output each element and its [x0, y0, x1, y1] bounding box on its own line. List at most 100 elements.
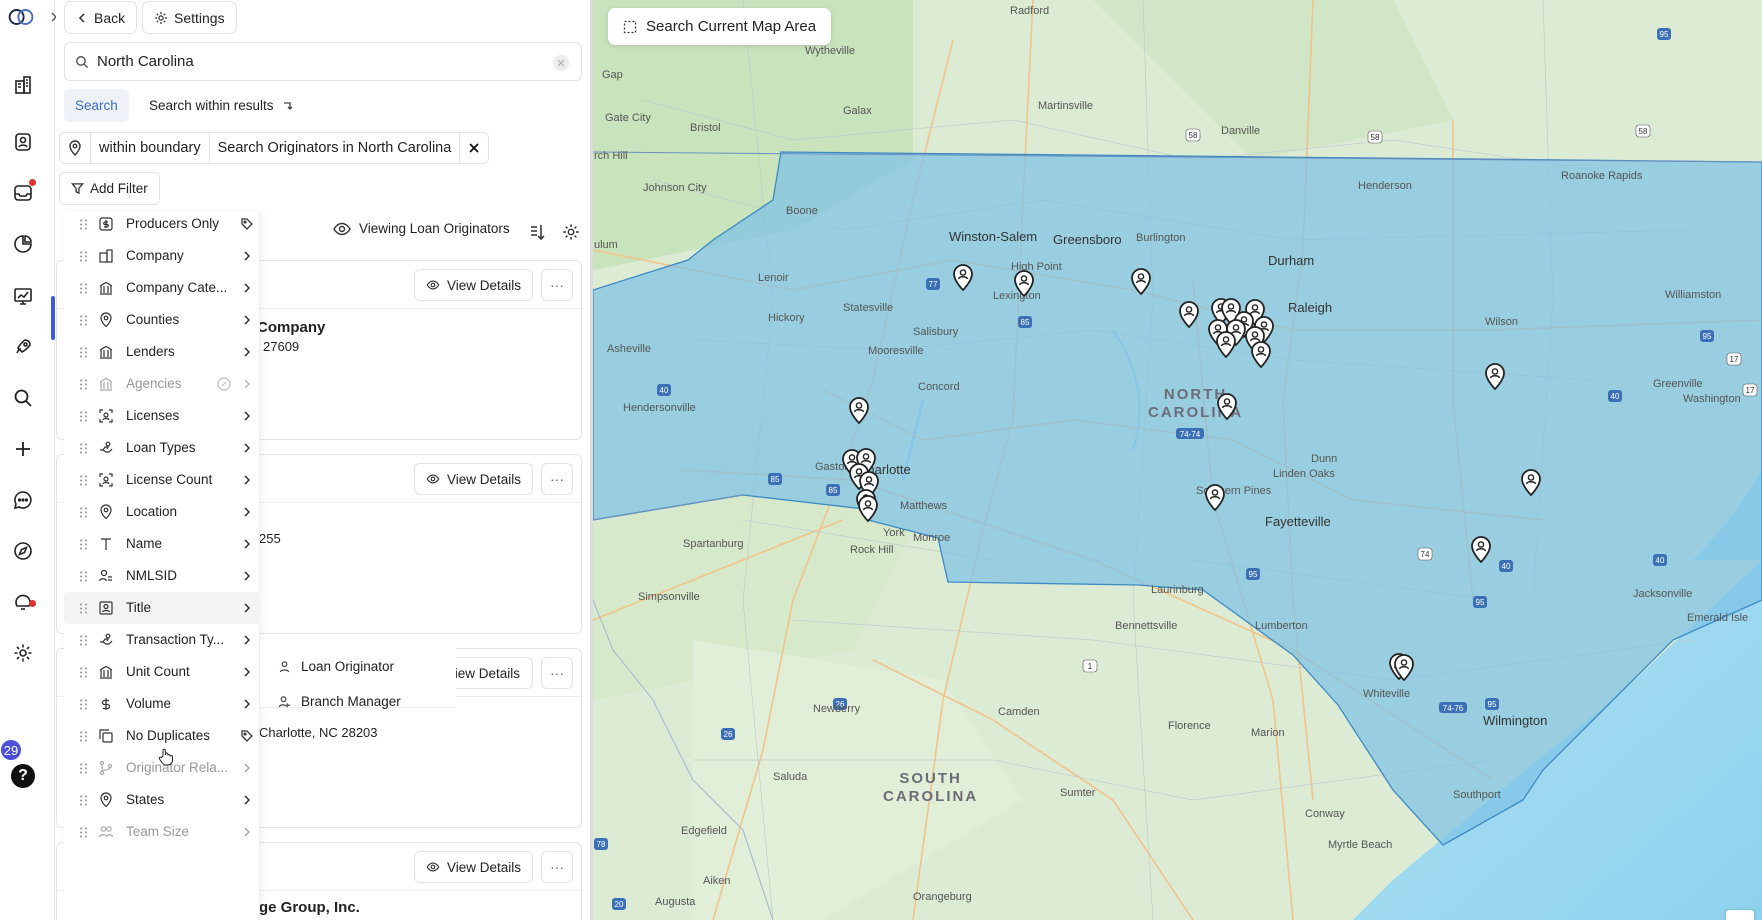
- filter-menu-item-license-count[interactable]: License Count: [64, 464, 260, 496]
- loan-originator-pin-icon[interactable]: [1178, 300, 1200, 328]
- drag-handle-icon[interactable]: [79, 763, 88, 774]
- drag-handle-icon[interactable]: [79, 507, 88, 518]
- viewing-toggle[interactable]: Viewing Loan Originators: [333, 221, 510, 236]
- inbox-icon[interactable]: [9, 179, 37, 207]
- search-icon[interactable]: [9, 384, 37, 412]
- filter-menu-item-company-cate[interactable]: Company Cate...: [64, 272, 260, 304]
- filter-menu-item-name[interactable]: Name: [64, 528, 260, 560]
- filter-menu-item-nmlsid[interactable]: NMLSID: [64, 560, 260, 592]
- filter-menu-item-states[interactable]: States: [64, 784, 260, 816]
- card-company-name[interactable]: ge Group, Inc.: [259, 899, 360, 916]
- loan-originator-pin-icon[interactable]: [1484, 362, 1506, 390]
- drag-handle-icon[interactable]: [79, 475, 88, 486]
- drag-handle-icon[interactable]: [79, 315, 88, 326]
- loan-originator-pin-icon[interactable]: [1250, 340, 1272, 368]
- add-filter-button[interactable]: Add Filter: [59, 172, 160, 205]
- buildings-icon[interactable]: [9, 71, 37, 99]
- filter-menu-item-title[interactable]: Title: [64, 592, 260, 624]
- loan-originator-pin-icon[interactable]: [1215, 330, 1237, 358]
- boundary-type[interactable]: within boundary: [91, 133, 210, 163]
- filter-menu-item-company[interactable]: Company: [64, 240, 260, 272]
- submenu-label: Branch Manager: [301, 694, 401, 709]
- alerts-icon[interactable]: [9, 588, 37, 616]
- drag-handle-icon[interactable]: [79, 219, 88, 230]
- filter-menu-item-loan-types[interactable]: Loan Types: [64, 432, 260, 464]
- view-details-button[interactable]: View Details: [414, 851, 533, 883]
- drag-handle-icon[interactable]: [79, 699, 88, 710]
- drag-handle-icon[interactable]: [79, 411, 88, 422]
- clear-search-icon[interactable]: ✕: [553, 55, 569, 71]
- help-button[interactable]: ?: [11, 764, 35, 788]
- search-within-results-button[interactable]: Search within results: [138, 89, 305, 122]
- loan-originator-pin-icon[interactable]: [1393, 653, 1415, 681]
- filter-menu-item-location[interactable]: Location: [64, 496, 260, 528]
- submenu-item-branch-manager[interactable]: Branch Manager: [278, 689, 401, 713]
- submenu-label: Loan Originator: [301, 659, 394, 674]
- filter-menu-item-producers-only[interactable]: Producers Only: [64, 208, 260, 240]
- drag-handle-icon[interactable]: [79, 539, 88, 550]
- zoom-control[interactable]: [1726, 910, 1754, 920]
- notification-count-badge[interactable]: 29: [1, 740, 21, 760]
- search-tab-button[interactable]: Search: [64, 89, 129, 122]
- settings-gear-icon[interactable]: [9, 639, 37, 667]
- filter-menu-item-licenses[interactable]: Licenses: [64, 400, 260, 432]
- loan-originator-pin-icon[interactable]: [848, 396, 870, 424]
- view-details-button[interactable]: View Details: [414, 463, 533, 495]
- tag-icon[interactable]: [239, 728, 255, 744]
- filter-menu-item-transaction-ty[interactable]: Transaction Ty...: [64, 624, 260, 656]
- license-icon: [98, 408, 114, 424]
- contacts-icon[interactable]: [9, 128, 37, 156]
- sort-icon[interactable]: [528, 223, 546, 241]
- rocket-icon[interactable]: [9, 333, 37, 361]
- drag-handle-icon[interactable]: [79, 731, 88, 742]
- tag-icon[interactable]: [239, 216, 255, 232]
- more-options-button[interactable]: ···: [541, 463, 573, 495]
- drag-handle-icon[interactable]: [79, 251, 88, 262]
- drag-handle-icon[interactable]: [79, 379, 88, 390]
- pie-chart-icon[interactable]: [9, 230, 37, 258]
- submenu-item-loan-originator[interactable]: Loan Originator: [278, 654, 394, 678]
- loan-originator-pin-icon[interactable]: [1216, 392, 1238, 420]
- filter-menu-item-lenders[interactable]: Lenders: [64, 336, 260, 368]
- more-options-button[interactable]: ···: [541, 269, 573, 301]
- more-options-button[interactable]: ···: [541, 657, 573, 689]
- more-options-button[interactable]: ···: [541, 851, 573, 883]
- filter-menu-item-team-size[interactable]: Team Size: [64, 816, 260, 848]
- drag-handle-icon[interactable]: [79, 571, 88, 582]
- drag-handle-icon[interactable]: [79, 603, 88, 614]
- loan-originator-pin-icon[interactable]: [1130, 267, 1152, 295]
- loan-originator-pin-icon[interactable]: [1204, 483, 1226, 511]
- drag-handle-icon[interactable]: [79, 795, 88, 806]
- app-logo-icon[interactable]: [7, 3, 35, 31]
- remove-boundary-button[interactable]: [460, 133, 488, 163]
- close-icon: [468, 142, 480, 154]
- loan-originator-pin-icon[interactable]: [1470, 535, 1492, 563]
- loan-originator-pin-icon[interactable]: [857, 494, 879, 522]
- loan-originator-pin-icon[interactable]: [952, 263, 974, 291]
- drag-handle-icon[interactable]: [79, 347, 88, 358]
- list-settings-icon[interactable]: [562, 223, 580, 241]
- view-details-button[interactable]: View Details: [414, 269, 533, 301]
- drag-handle-icon[interactable]: [79, 283, 88, 294]
- drag-handle-icon[interactable]: [79, 443, 88, 454]
- map-view[interactable]: 957785958540854095952626782040954095 585…: [593, 0, 1762, 920]
- drag-handle-icon[interactable]: [79, 667, 88, 678]
- drag-handle-icon[interactable]: [79, 635, 88, 646]
- search-input[interactable]: North Carolina ✕: [64, 42, 582, 81]
- loan-originator-pin-icon[interactable]: [1520, 468, 1542, 496]
- compass-icon[interactable]: [9, 537, 37, 565]
- card-company-name[interactable]: Company: [257, 319, 325, 336]
- drag-handle-icon[interactable]: [79, 827, 88, 838]
- boundary-label[interactable]: Search Originators in North Carolina: [210, 133, 461, 163]
- filter-menu-item-unit-count[interactable]: Unit Count: [64, 656, 260, 688]
- plus-icon[interactable]: [9, 435, 37, 463]
- settings-button[interactable]: Settings: [142, 1, 237, 34]
- filter-menu-item-counties[interactable]: Counties: [64, 304, 260, 336]
- search-current-map-area-button[interactable]: Search Current Map Area: [608, 8, 831, 45]
- map-chart-icon[interactable]: [9, 282, 37, 310]
- filter-menu-item-volume[interactable]: Volume: [64, 688, 260, 720]
- loan-originator-pin-icon[interactable]: [1013, 269, 1035, 297]
- filter-menu-item-agencies[interactable]: Agencies: [64, 368, 260, 400]
- chat-icon[interactable]: [9, 486, 37, 514]
- back-button[interactable]: Back: [64, 1, 137, 34]
